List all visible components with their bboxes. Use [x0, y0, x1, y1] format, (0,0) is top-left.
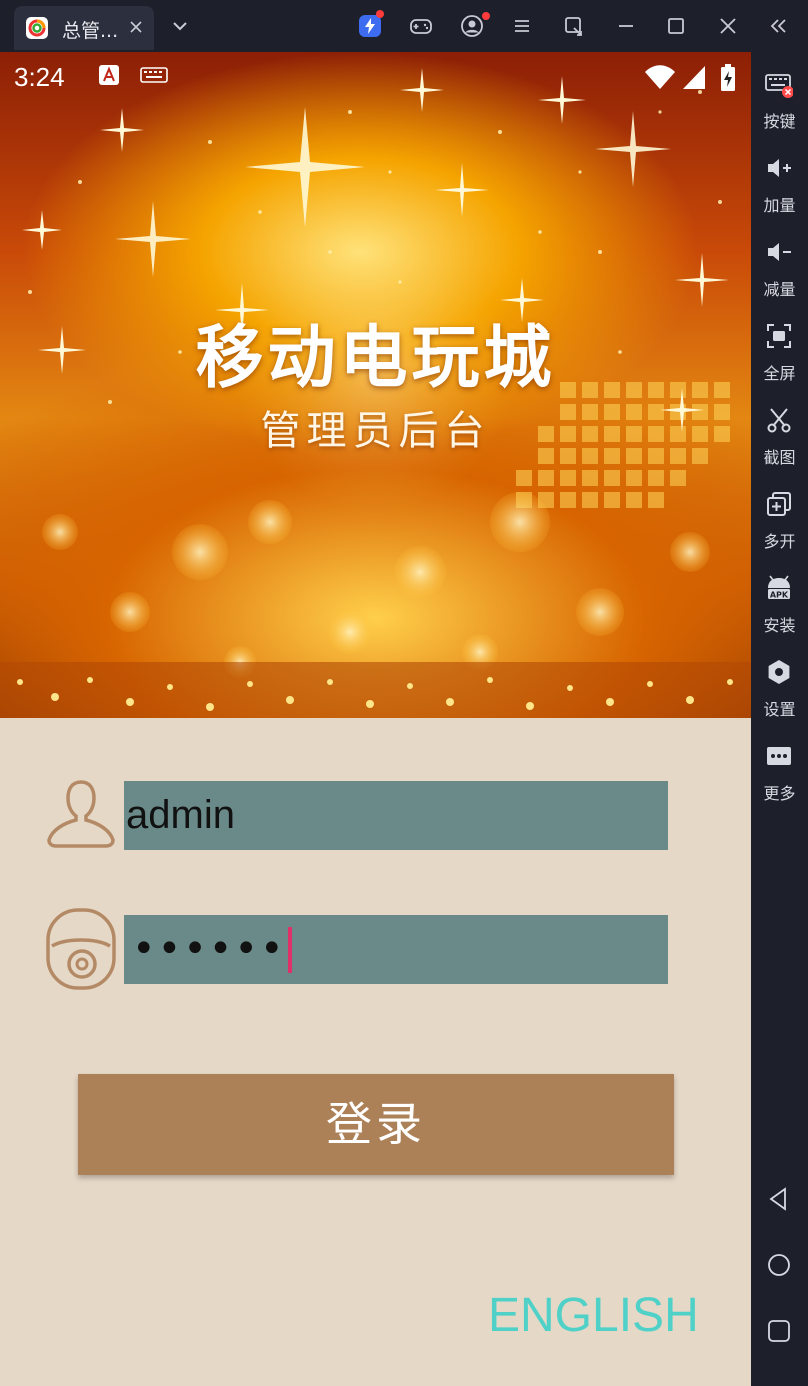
sidebar-item-volume-up[interactable]: 加量	[751, 146, 808, 226]
app-logo-icon	[26, 17, 48, 39]
close-icon[interactable]	[716, 14, 740, 38]
wifi-icon	[645, 65, 675, 89]
lightning-icon[interactable]	[358, 10, 384, 38]
sidebar-item-multi-instance[interactable]: 多开	[751, 482, 808, 562]
menu-icon[interactable]	[510, 14, 534, 38]
scissors-icon	[767, 408, 791, 433]
sidebar-item-label: 安装	[763, 616, 796, 635]
chevron-down-icon[interactable]	[168, 14, 192, 38]
sidebar-item-settings[interactable]: 设置	[751, 650, 808, 730]
sidebar-item-keys[interactable]: 按键	[751, 62, 808, 142]
home-icon[interactable]	[765, 1251, 793, 1279]
svg-text:APK: APK	[770, 591, 789, 600]
username-input[interactable]: admin	[124, 781, 668, 850]
sidebar-item-label: 全屏	[763, 364, 796, 383]
emulator-tab[interactable]: 总管...	[14, 6, 154, 50]
sidebar-item-label: 设置	[763, 700, 796, 719]
more-icon	[767, 747, 791, 765]
emulator-sidebar: 按键 加量 减量 全屏 截图 多开 APK 安装 设置 更多	[751, 52, 808, 1386]
multi-instance-icon	[767, 492, 791, 516]
sidebar-item-fullscreen[interactable]: 全屏	[751, 314, 808, 394]
password-input[interactable]: ••••••	[124, 915, 668, 984]
sidebar-item-label: 加量	[763, 196, 796, 215]
phone-screen: 移动电玩城 管理员后台 3:24 admin •••••• 登录 ENGLISH	[0, 52, 751, 1386]
user-circle-icon[interactable]	[460, 12, 490, 38]
sidebar-item-label: 减量	[763, 280, 796, 299]
sidebar-item-more[interactable]: 更多	[751, 734, 808, 814]
english-language-link[interactable]: ENGLISH	[488, 1288, 699, 1343]
apk-icon: APK	[768, 575, 790, 600]
sidebar-item-label: 截图	[763, 448, 796, 467]
settings-icon	[768, 660, 790, 684]
tab-title: 总管...	[62, 20, 119, 42]
text-caret	[288, 927, 292, 973]
maximize-icon[interactable]	[664, 14, 688, 38]
sidebar-item-label: 更多	[763, 784, 796, 803]
volume-up-icon	[768, 159, 791, 177]
window-titlebar: 总管...	[0, 0, 808, 52]
login-button[interactable]: 登录	[78, 1074, 674, 1175]
password-mask: ••••••	[132, 926, 286, 972]
battery-charging-icon	[721, 64, 735, 91]
banner-subtitle: 管理员后台	[260, 408, 491, 454]
a-notification-icon	[99, 65, 119, 85]
status-time: 3:24	[14, 62, 65, 92]
close-tab-icon[interactable]	[128, 19, 144, 35]
sidebar-item-screenshot[interactable]: 截图	[751, 398, 808, 478]
volume-down-icon	[768, 243, 791, 261]
screen-rotate-icon[interactable]	[562, 14, 586, 38]
keyboard-icon	[140, 67, 168, 83]
minimize-icon[interactable]	[614, 14, 638, 38]
sidebar-item-install[interactable]: APK 安装	[751, 566, 808, 646]
gamepad-icon[interactable]	[409, 14, 433, 38]
sidebar-item-volume-down[interactable]: 减量	[751, 230, 808, 310]
signal-icon	[683, 66, 705, 89]
banner-title: 移动电玩城	[195, 319, 556, 398]
status-bar: 3:24	[0, 52, 751, 102]
sidebar-item-label: 按键	[763, 112, 796, 131]
banner-image: 移动电玩城 管理员后台 3:24	[0, 52, 751, 718]
recents-icon[interactable]	[765, 1317, 793, 1345]
back-icon[interactable]	[765, 1185, 793, 1213]
lock-icon	[46, 908, 116, 990]
user-icon	[47, 780, 115, 848]
keyboard-icon	[765, 74, 793, 98]
collapse-icon[interactable]	[766, 14, 790, 38]
fullscreen-icon	[767, 324, 791, 348]
sidebar-item-label: 多开	[763, 532, 796, 551]
